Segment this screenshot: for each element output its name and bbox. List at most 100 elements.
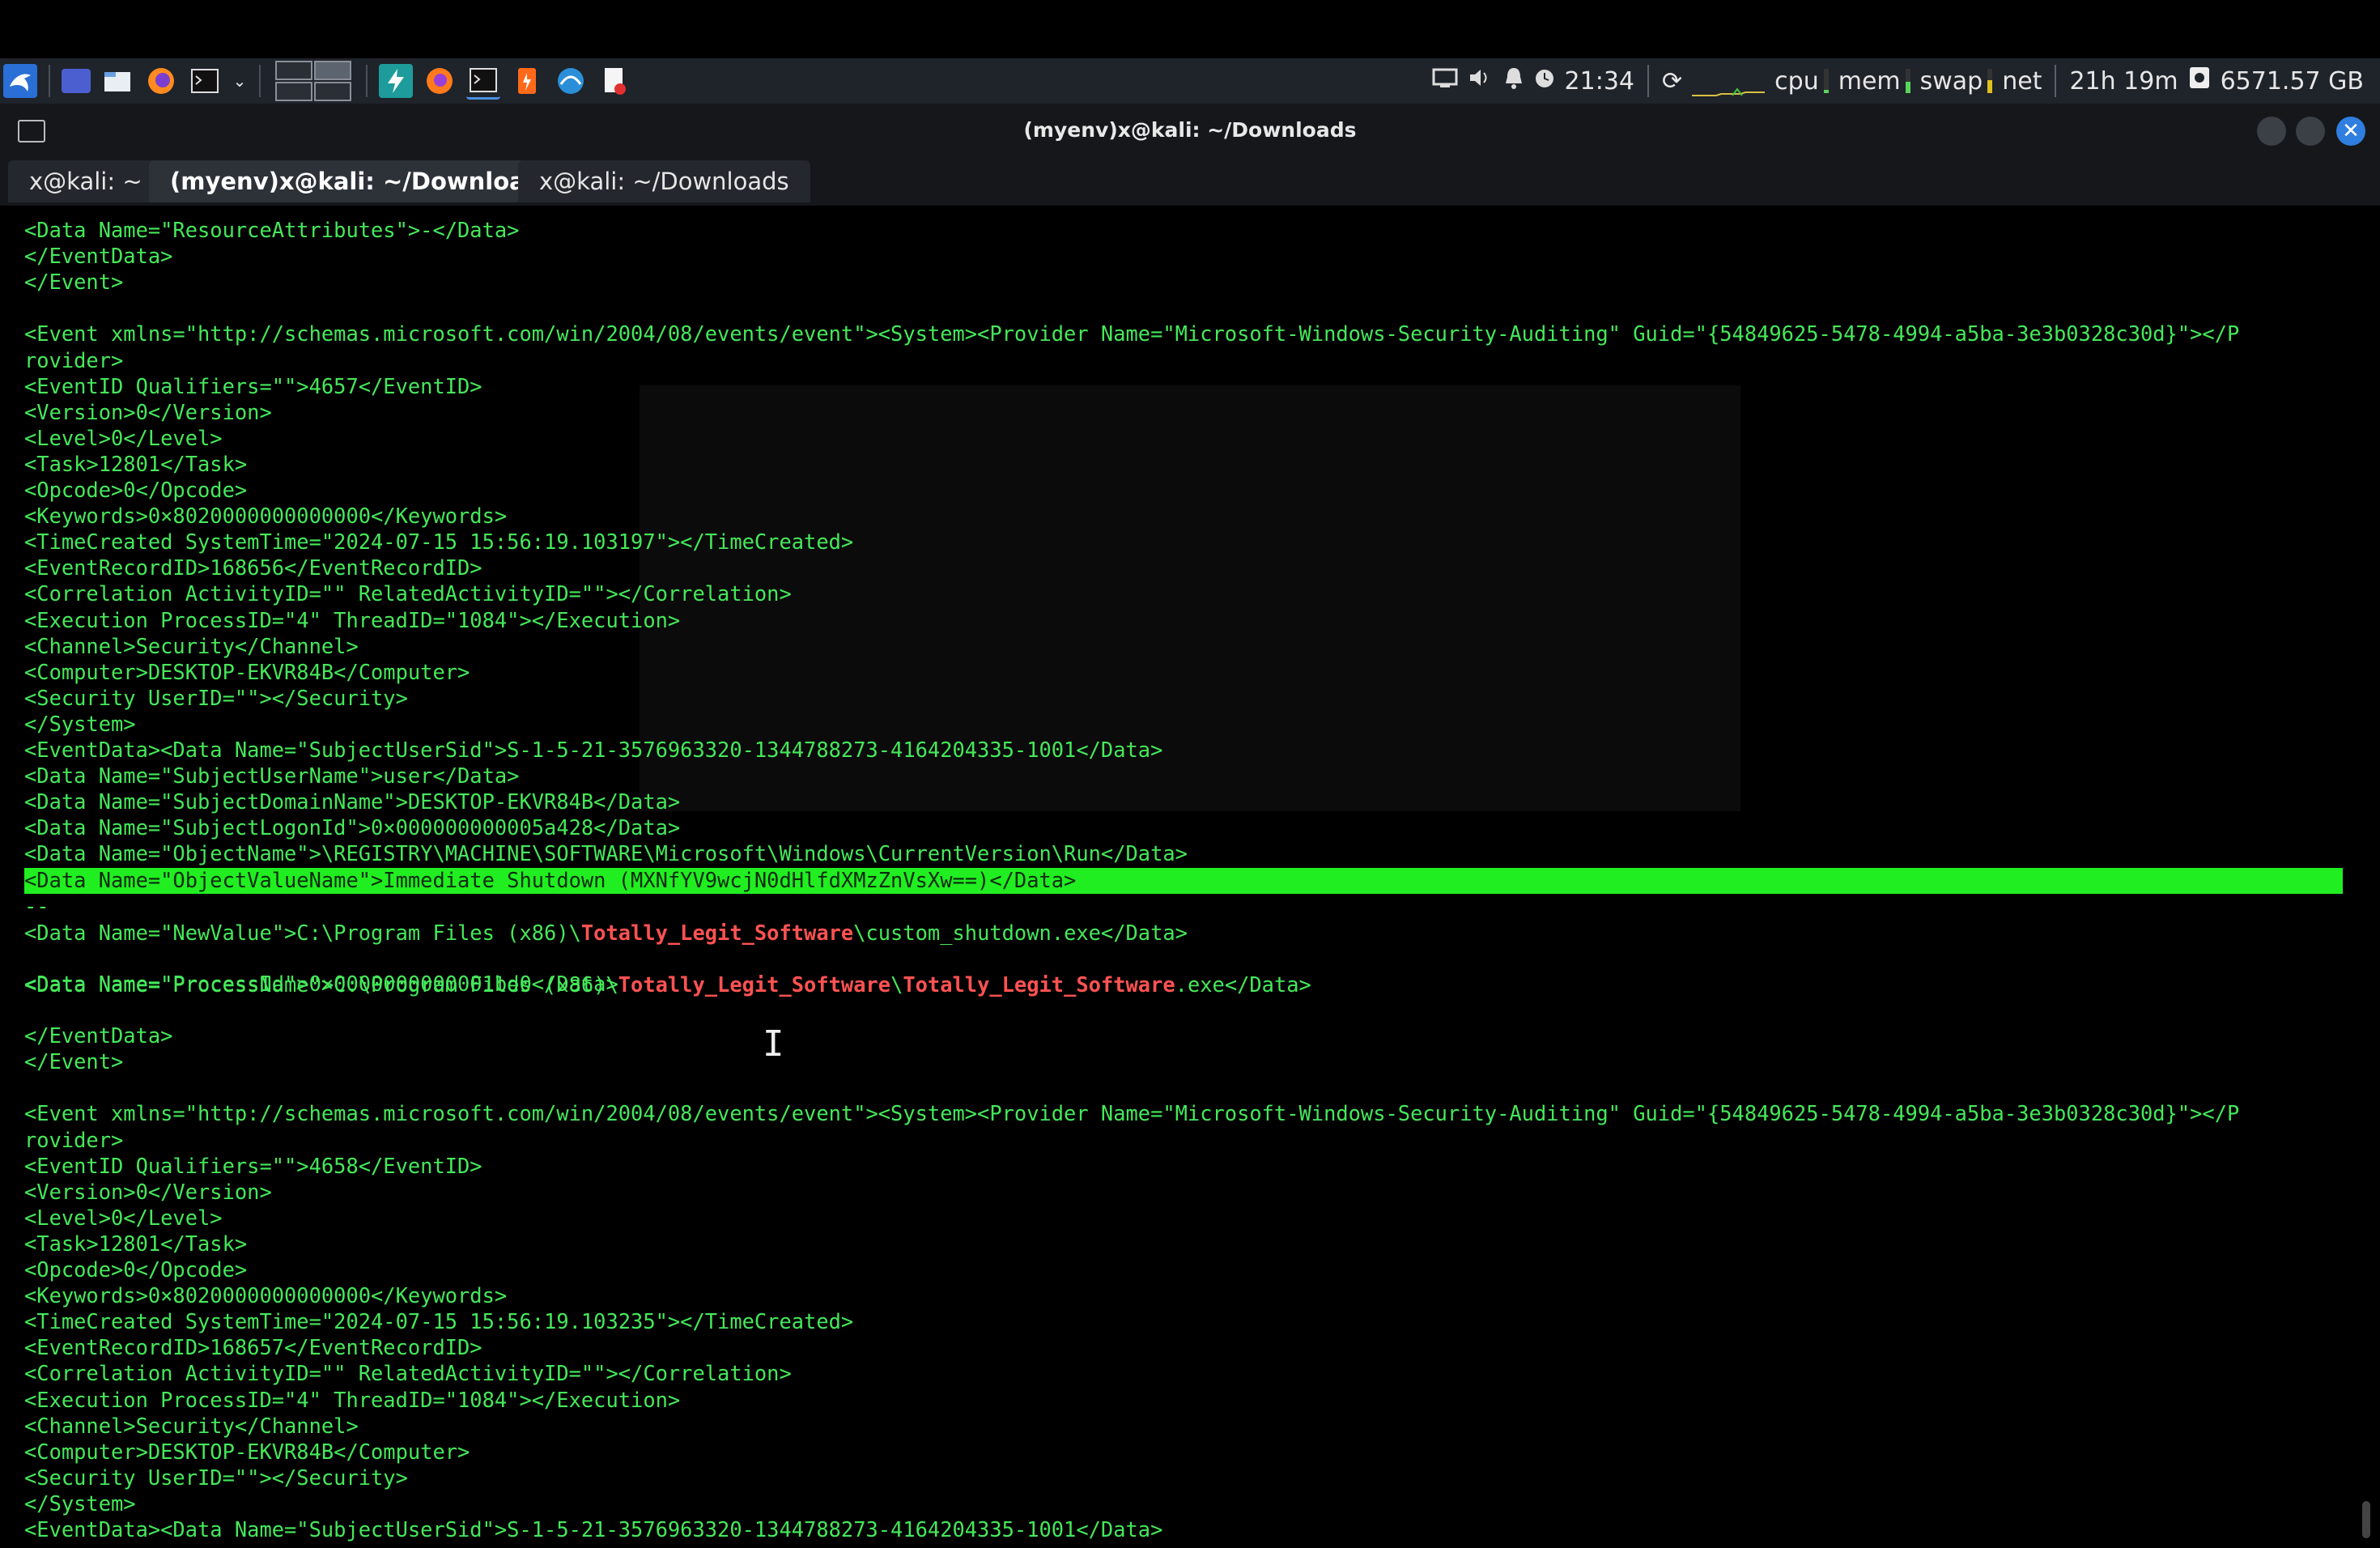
terminal-line: <Security UserID=""></Security> xyxy=(24,1465,408,1490)
terminal-line: <Data Name="ObjectName">\REGISTRY\MACHIN… xyxy=(24,841,1188,866)
workspace-2[interactable] xyxy=(314,61,351,80)
chevron-down-icon[interactable]: ⌄ xyxy=(232,64,248,98)
terminal-line: <EventID Qualifiers="">4657</EventID> xyxy=(24,373,482,398)
terminal-line: <TimeCreated SystemTime="2024-07-15 15:5… xyxy=(24,1309,854,1334)
terminal-line: <Computer>DESKTOP-EKVR84B</Computer> xyxy=(24,1439,470,1464)
refresh-icon[interactable]: ⟳ xyxy=(1662,67,1682,96)
terminal-line: <Data Name="SubjectDomainName">DESKTOP-E… xyxy=(24,789,681,814)
screen-top-border xyxy=(0,0,2380,58)
mem-monitor-label[interactable]: mem xyxy=(1838,67,1901,96)
firefox-window-icon[interactable] xyxy=(423,64,457,98)
cpu-meter xyxy=(1823,69,1829,93)
terminal-line: rovider> xyxy=(24,1127,124,1152)
terminal-line: <Execution ProcessID="4" ThreadID="1084"… xyxy=(24,607,681,632)
panel-separator xyxy=(366,65,368,97)
tab-downloads-myenv[interactable]: (myenv)x@kali: ~/Downloads xyxy=(149,160,577,202)
terminal-line: <Level>0</Level> xyxy=(24,425,223,450)
terminal-line: </System> xyxy=(24,711,136,736)
notification-bell-icon[interactable] xyxy=(1503,66,1524,96)
terminal-line: <Channel>Security</Channel> xyxy=(24,633,359,658)
grep-match: Totally_Legit_Software xyxy=(618,972,891,997)
desktop-icon[interactable] xyxy=(62,69,91,93)
net-monitor-label[interactable]: net xyxy=(2002,67,2042,96)
kali-menu-icon[interactable] xyxy=(3,64,37,98)
terminal-line: </System> xyxy=(24,1491,136,1516)
maximize-button[interactable] xyxy=(2296,117,2325,146)
terminal-line: -- xyxy=(24,893,49,918)
lightning-app-icon[interactable] xyxy=(379,64,413,98)
grep-match: Totally_Legit_Software xyxy=(580,921,854,945)
terminal-window-icon[interactable] xyxy=(466,63,500,100)
display-icon[interactable] xyxy=(1432,67,1458,96)
terminal-line: <EventData><Data Name="SubjectUserSid">S… xyxy=(24,1517,1163,1542)
workspace-1[interactable] xyxy=(275,61,312,80)
grep-match: Totally_Legit_Software xyxy=(903,972,1175,997)
mem-meter xyxy=(1905,69,1910,93)
file-manager-icon[interactable] xyxy=(100,64,134,98)
terminal-scrollbar[interactable] xyxy=(2362,1501,2370,1538)
terminal-line: </Event> xyxy=(24,1049,124,1074)
terminal-line: <Opcode>0</Opcode> xyxy=(24,478,248,502)
processname-prefix: <Data Name="ProcessName">C:\Program File… xyxy=(24,972,618,997)
terminal-line: </EventData> xyxy=(24,1023,173,1048)
terminal-line: <Task>12801</Task> xyxy=(24,1231,248,1256)
panel-separator xyxy=(2055,65,2057,97)
terminal-line: <Correlation ActivityID="" RelatedActivi… xyxy=(24,581,792,606)
terminal-line: <Correlation ActivityID="" RelatedActivi… xyxy=(24,1361,792,1386)
network-tool-icon[interactable] xyxy=(554,64,588,98)
terminal-line: <Task>12801</Task> xyxy=(24,451,248,476)
close-button[interactable]: ✕ xyxy=(2336,117,2365,146)
cpu-monitor-label[interactable]: cpu xyxy=(1774,67,1819,96)
workspace-4[interactable] xyxy=(314,82,351,101)
terminal-line: <EventData><Data Name="SubjectUserSid">S… xyxy=(24,738,1163,762)
clock-time[interactable]: 21:34 xyxy=(1565,67,1634,96)
terminal-line: <Keywords>0×8020000000000000</Keywords> xyxy=(24,504,508,529)
terminal-launcher-icon[interactable] xyxy=(188,64,222,98)
panel-status-area: 21:34 ⟳ cpu mem swap net 21h 19m 6571.57… xyxy=(1427,58,2369,104)
terminal-line: </Event> xyxy=(24,270,124,295)
text-cursor-icon: I xyxy=(763,1023,784,1065)
window-titlebar[interactable]: (myenv)x@kali: ~/Downloads ✕ xyxy=(0,104,2380,159)
terminal-line: <Version>0</Version> xyxy=(24,1179,272,1204)
disk-icon xyxy=(2188,66,2211,96)
terminal-line: <Data Name="SubjectUserName">user</Data> xyxy=(24,763,520,789)
volume-icon[interactable] xyxy=(1468,66,1494,96)
terminal-line: <Keywords>0×8020000000000000</Keywords> xyxy=(24,1283,508,1308)
terminal-line: rovider> xyxy=(24,347,124,372)
terminal-line: <EventID Qualifiers="">4658</EventID> xyxy=(24,1153,482,1178)
taskbar-panel: ⌄ 21:34 ⟳ cpu mem swap net 21h 19m 6571.… xyxy=(0,58,2380,104)
document-viewer-icon[interactable] xyxy=(597,64,631,98)
panel-separator xyxy=(49,65,50,97)
firefox-icon[interactable] xyxy=(144,64,178,98)
processname-suffix: .exe</Data> xyxy=(1175,972,1311,997)
terminal-line-newvalue: <Data Name="NewValue">C:\Program Files (… xyxy=(24,920,1188,946)
minimize-button[interactable] xyxy=(2257,117,2286,146)
terminal-line: <Opcode>0</Opcode> xyxy=(24,1257,248,1282)
swap-meter xyxy=(1987,69,1993,93)
terminal-line-highlighted: <Data Name="ObjectValueName">Immediate S… xyxy=(24,867,1077,892)
terminal-line: <Event xmlns="http://schemas.microsoft.c… xyxy=(24,321,2240,347)
terminal-line: </EventData> xyxy=(24,244,173,269)
terminal-line: <Event xmlns="http://schemas.microsoft.c… xyxy=(24,1101,2240,1126)
terminal-output[interactable]: <Data Name="ResourceAttributes">-</Data>… xyxy=(0,206,2380,1548)
newvalue-suffix: \custom_shutdown.exe</Data> xyxy=(853,921,1188,945)
terminal-line: <EventRecordID>168657</EventRecordID> xyxy=(24,1335,482,1360)
terminal-line: <Computer>DESKTOP-EKVR84B</Computer> xyxy=(24,659,470,684)
terminal-line: <Data Name="SubjectLogonId">0×0000000000… xyxy=(24,815,681,840)
terminal-line: <Security UserID=""></Security> xyxy=(24,685,408,710)
burpsuite-icon[interactable] xyxy=(510,64,544,98)
terminal-line: <Execution ProcessID="4" ThreadID="1084"… xyxy=(24,1387,681,1412)
terminal-line: <Channel>Security</Channel> xyxy=(24,1413,359,1438)
swap-monitor-label[interactable]: swap xyxy=(1920,67,1983,96)
terminal-line: <Version>0</Version> xyxy=(24,399,272,424)
uptime-text: 21h 19m xyxy=(2069,66,2178,96)
workspace-3[interactable] xyxy=(275,82,312,101)
tab-downloads[interactable]: x@kali: ~/Downloads xyxy=(518,160,810,202)
terminal-line: <EventRecordID>168656</EventRecordID> xyxy=(24,555,482,580)
tab-home[interactable]: x@kali: ~ xyxy=(8,160,164,202)
workspace-switcher[interactable] xyxy=(275,61,351,101)
terminal-line: <Data Name="ResourceAttributes">-</Data> xyxy=(24,218,520,242)
disk-free-text: 6571.57 GB xyxy=(2220,66,2364,96)
clock-icon xyxy=(1534,67,1555,96)
terminal-tab-bar: x@kali: ~ (myenv)x@kali: ~/Downloads x@k… xyxy=(0,159,2380,206)
